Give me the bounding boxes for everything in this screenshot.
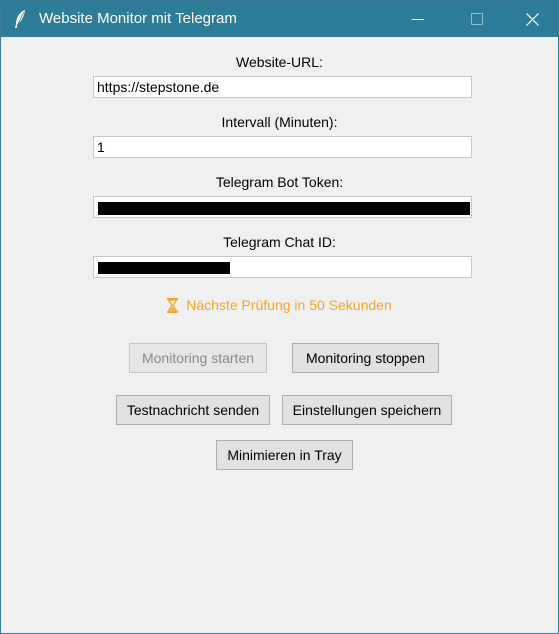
stop-monitoring-button[interactable]: Monitoring stoppen — [292, 343, 439, 373]
status-line: Nächste Prüfung in 50 Sekunden — [1, 296, 558, 314]
interval-field[interactable] — [93, 136, 472, 158]
minimize-icon — [412, 19, 424, 20]
url-input[interactable] — [94, 77, 471, 97]
interval-input[interactable] — [94, 137, 471, 157]
status-text: Nächste Prüfung in 50 Sekunden — [186, 297, 392, 313]
maximize-icon — [471, 13, 483, 25]
chat-id-label: Telegram Chat ID: — [223, 234, 336, 250]
title-bar[interactable]: Website Monitor mit Telegram — [1, 1, 558, 37]
interval-label: Intervall (Minuten): — [221, 114, 338, 130]
save-settings-button[interactable]: Einstellungen speichern — [282, 395, 452, 425]
minimize-button[interactable] — [392, 1, 444, 37]
redaction-bar — [98, 262, 230, 274]
app-window: Website Monitor mit Telegram Website-URL… — [0, 0, 559, 634]
maximize-button[interactable] — [451, 1, 503, 37]
feather-icon — [15, 10, 25, 28]
close-icon — [525, 12, 539, 26]
chat-id-field[interactable] — [93, 256, 472, 278]
minimize-to-tray-button[interactable]: Minimieren in Tray — [216, 440, 353, 470]
redaction-bar — [98, 202, 470, 215]
start-monitoring-button[interactable]: Monitoring starten — [129, 343, 267, 373]
hourglass-icon — [167, 297, 179, 313]
url-label: Website-URL: — [236, 54, 323, 70]
url-field[interactable] — [93, 76, 472, 98]
window-title: Website Monitor mit Telegram — [39, 10, 237, 27]
send-test-message-button[interactable]: Testnachricht senden — [116, 395, 270, 425]
bot-token-field[interactable] — [93, 196, 472, 218]
close-button[interactable] — [506, 1, 558, 37]
bot-token-label: Telegram Bot Token: — [215, 174, 344, 190]
